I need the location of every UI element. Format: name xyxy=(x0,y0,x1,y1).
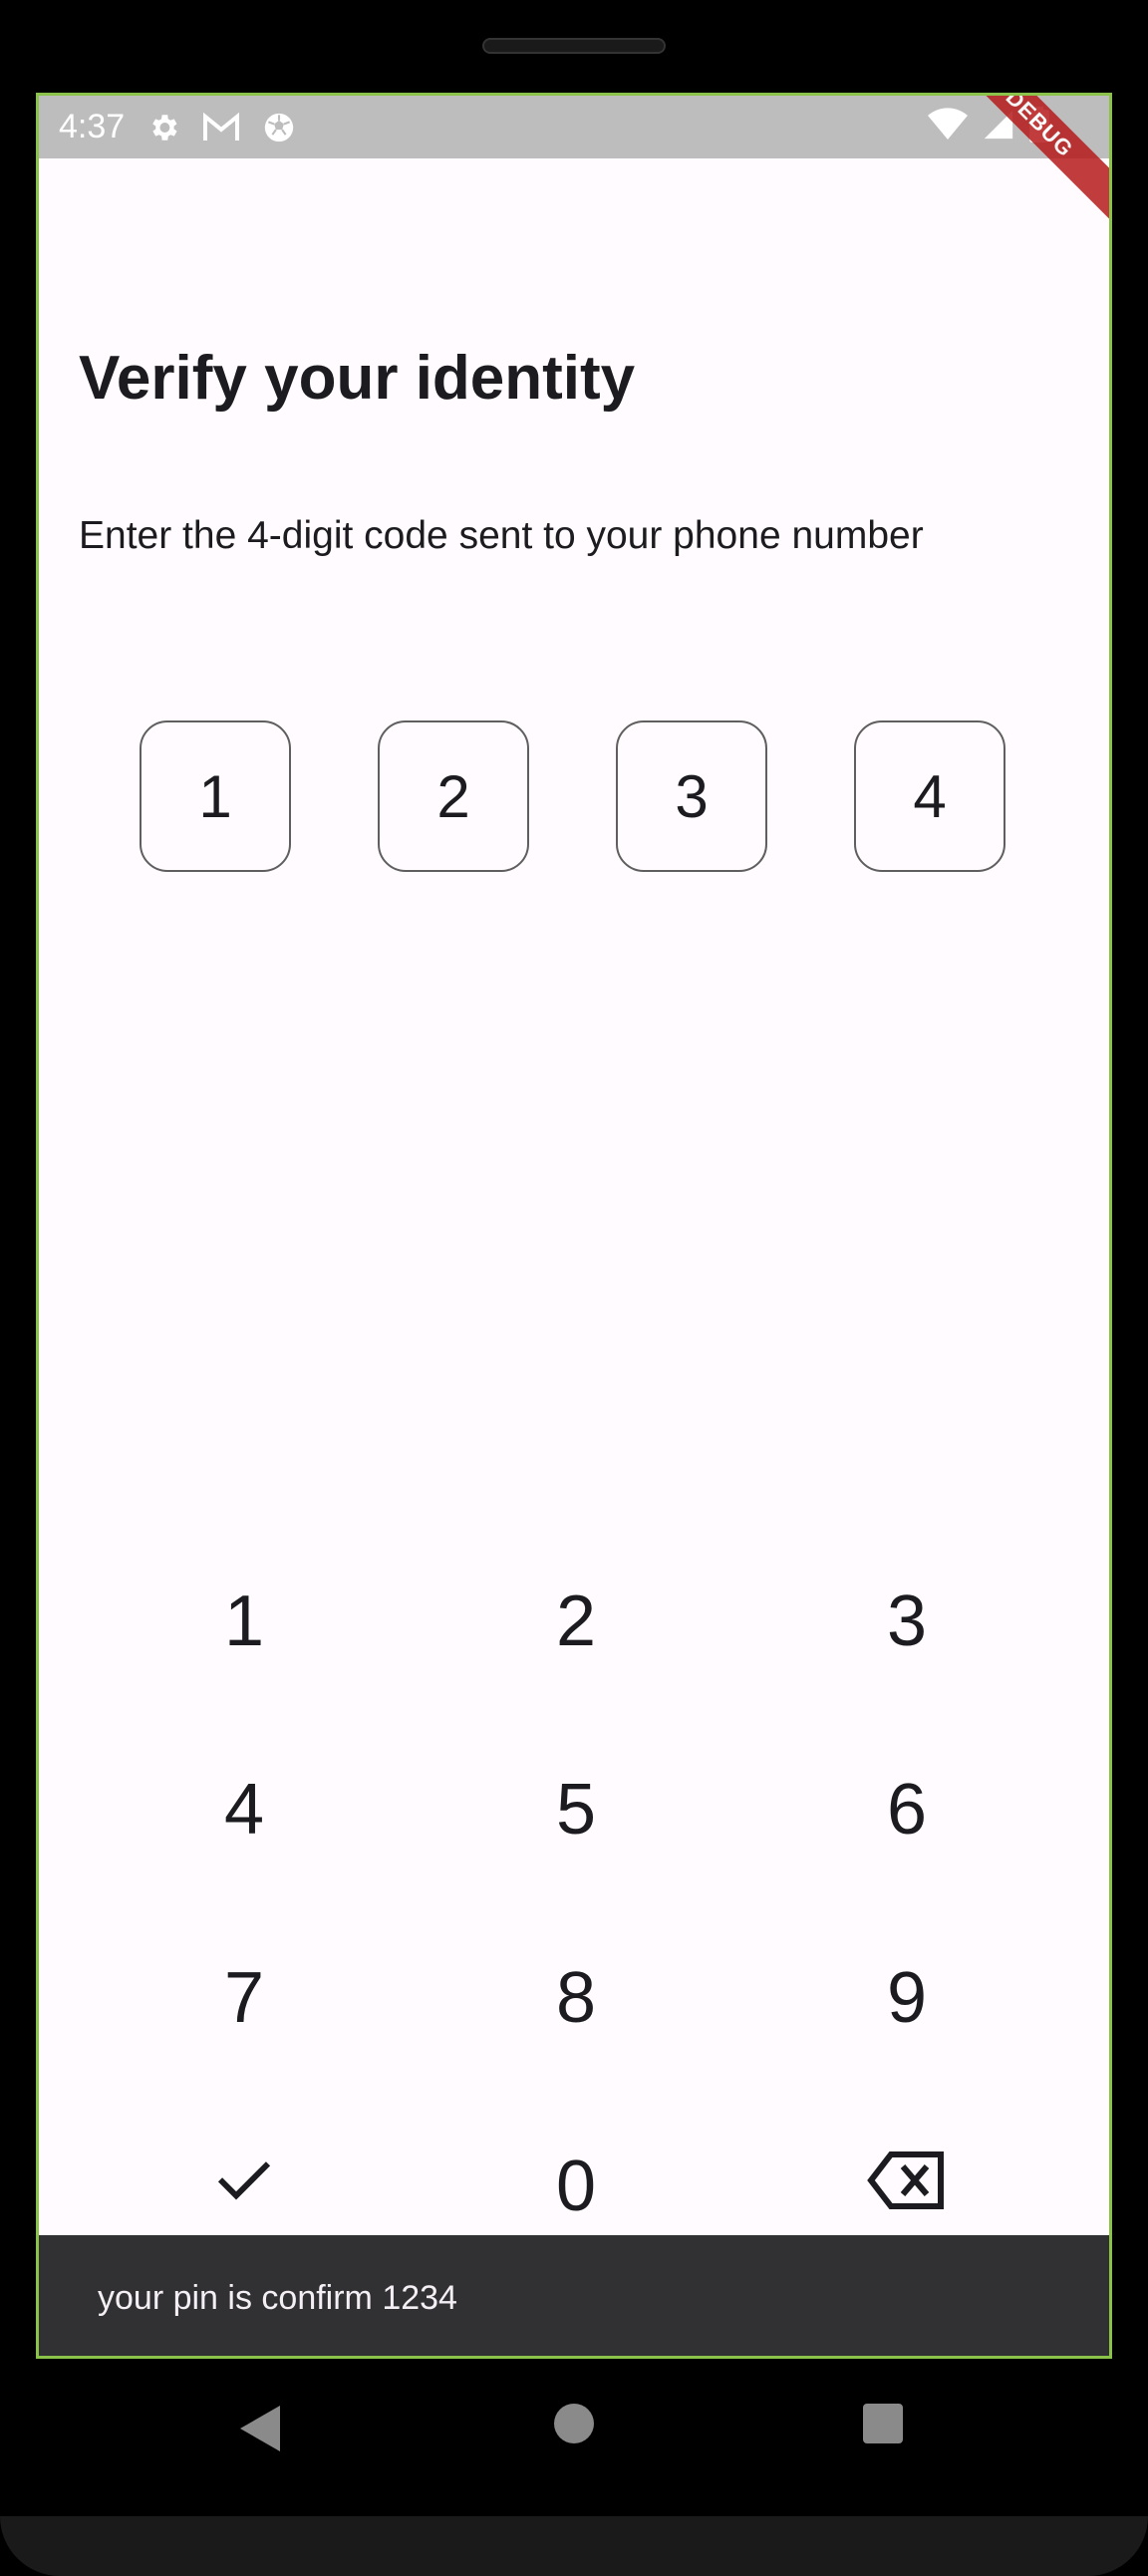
gear-icon xyxy=(146,111,180,144)
home-icon[interactable] xyxy=(554,2404,594,2443)
keypad-key-6[interactable]: 6 xyxy=(757,1735,1056,1884)
soccer-ball-icon xyxy=(262,111,296,144)
recents-icon[interactable] xyxy=(863,2404,903,2443)
keypad-key-3[interactable]: 3 xyxy=(757,1547,1056,1696)
check-icon xyxy=(212,2146,276,2227)
back-icon[interactable] xyxy=(235,2399,285,2458)
page-subtitle: Enter the 4-digit code sent to your phon… xyxy=(79,514,924,557)
snackbar-message: your pin is confirm 1234 xyxy=(98,2279,457,2317)
status-bar: 4:37 DEBUG xyxy=(39,96,1109,228)
earpiece-speaker xyxy=(482,38,666,54)
status-time: 4:37 xyxy=(59,108,126,145)
pin-digit-box-3[interactable]: 3 xyxy=(616,720,767,872)
keypad-key-2[interactable]: 2 xyxy=(427,1547,725,1696)
keypad-key-9[interactable]: 9 xyxy=(757,1923,1056,2073)
keypad-key-7[interactable]: 7 xyxy=(95,1923,394,2073)
snackbar: your pin is confirm 1234 xyxy=(39,2235,1109,2356)
page-title: Verify your identity xyxy=(79,344,636,413)
keypad-key-5[interactable]: 5 xyxy=(427,1735,725,1884)
keypad-key-8[interactable]: 8 xyxy=(427,1923,725,2073)
backspace-icon xyxy=(867,2146,947,2227)
pin-digit-box-2[interactable]: 2 xyxy=(378,720,529,872)
keypad-key-1[interactable]: 1 xyxy=(95,1547,394,1696)
keypad-key-4[interactable]: 4 xyxy=(95,1735,394,1884)
phone-frame: 4:37 DEBUG Verify your identity Enter th… xyxy=(0,0,1148,2576)
app-screen: 4:37 DEBUG Verify your identity Enter th… xyxy=(36,93,1112,2359)
gmail-icon xyxy=(202,112,240,143)
device-bottom-edge xyxy=(0,2516,1148,2576)
wifi-icon xyxy=(928,108,968,146)
pin-digit-box-4[interactable]: 4 xyxy=(854,720,1005,872)
pin-digit-box-1[interactable]: 1 xyxy=(140,720,291,872)
system-navigation-bar xyxy=(0,2359,1148,2498)
